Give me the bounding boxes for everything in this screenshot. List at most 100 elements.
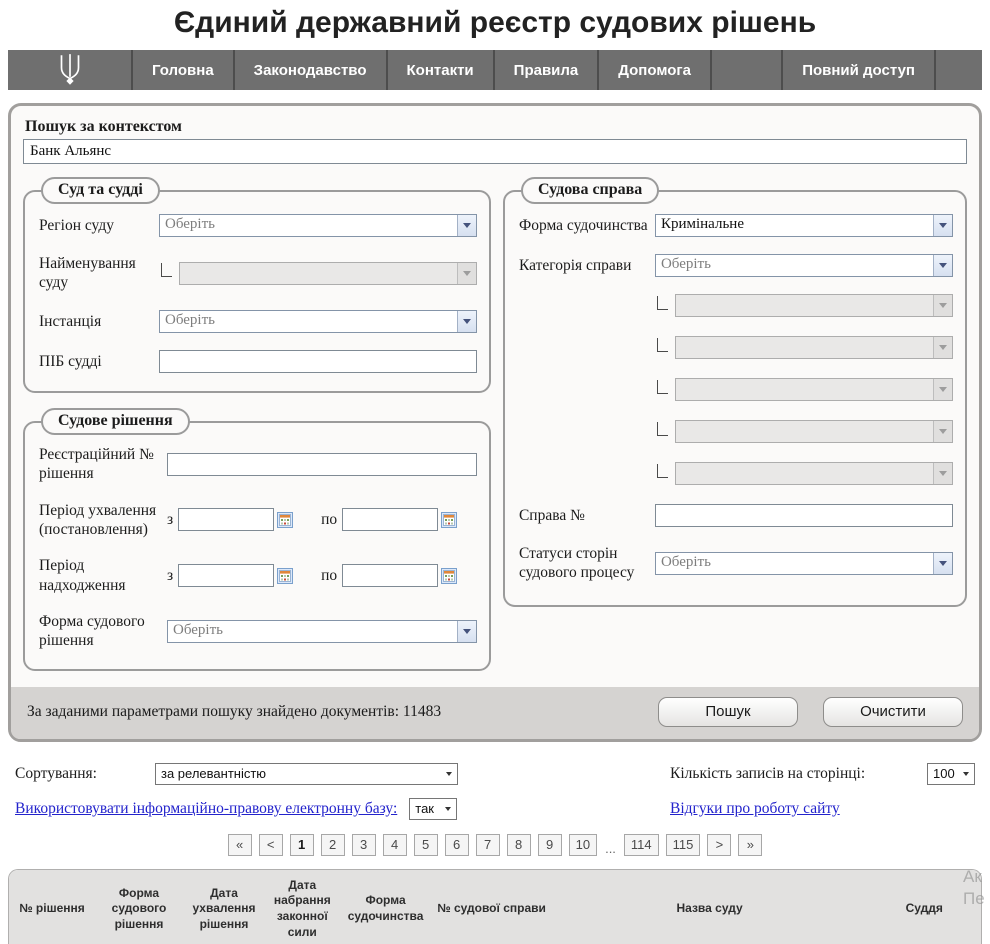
results-table-container: № рішення Форма судового рішення Дата ух… bbox=[8, 869, 982, 944]
search-button[interactable]: Пошук bbox=[658, 697, 798, 727]
case-category-sub-select-4 bbox=[675, 420, 953, 443]
legal-base-link[interactable]: Використовувати інформаційно-правову еле… bbox=[15, 800, 397, 818]
page-button-1[interactable]: 1 bbox=[290, 834, 314, 856]
nav-item-rules[interactable]: Правила bbox=[495, 50, 598, 90]
page-button-7[interactable]: 7 bbox=[476, 834, 500, 856]
case-number-input[interactable] bbox=[655, 504, 953, 527]
watermark-line: Пе bbox=[963, 888, 985, 910]
page-button-10[interactable]: 10 bbox=[569, 834, 597, 856]
court-name-label: Найменування суду bbox=[39, 254, 159, 293]
to-label: по bbox=[321, 511, 337, 529]
links-row: Використовувати інформаційно-правову еле… bbox=[15, 798, 975, 820]
calendar-icon[interactable] bbox=[441, 568, 457, 584]
decision-legend: Судове рішення bbox=[41, 408, 190, 435]
column-header-decision-form: Форма судового рішення bbox=[95, 870, 183, 944]
decision-form-label: Форма судового рішення bbox=[39, 612, 167, 651]
sort-value: за релевантністю bbox=[161, 766, 439, 781]
receipt-to-input[interactable] bbox=[342, 564, 438, 587]
page-button-3[interactable]: 3 bbox=[352, 834, 376, 856]
chevron-down-icon bbox=[933, 215, 952, 236]
court-name-value bbox=[180, 263, 457, 284]
receipt-period-label: Період надходження bbox=[39, 556, 167, 595]
chevron-down-icon bbox=[457, 621, 476, 642]
decision-form-select[interactable]: Оберіть bbox=[167, 620, 477, 643]
chevron-down-icon bbox=[933, 379, 952, 400]
adoption-from-input[interactable] bbox=[178, 508, 274, 531]
page-button-5[interactable]: 5 bbox=[414, 834, 438, 856]
hierarchy-connector bbox=[161, 263, 172, 277]
case-category-select[interactable]: Оберіть bbox=[655, 254, 953, 277]
column-header-decision-number: № рішення bbox=[9, 870, 95, 944]
sort-select[interactable]: за релевантністю bbox=[155, 763, 458, 785]
nav-item-help[interactable]: Допомога bbox=[599, 50, 710, 90]
receipt-from-input[interactable] bbox=[178, 564, 274, 587]
instance-label: Інстанція bbox=[39, 312, 159, 331]
nav-item-home[interactable]: Головна bbox=[133, 50, 233, 90]
nav-item-contacts[interactable]: Контакти bbox=[388, 50, 493, 90]
reg-number-input[interactable] bbox=[167, 453, 477, 476]
page-button-8[interactable]: 8 bbox=[507, 834, 531, 856]
party-status-select[interactable]: Оберіть bbox=[655, 552, 953, 575]
to-label: по bbox=[321, 567, 337, 585]
clear-button[interactable]: Очистити bbox=[823, 697, 963, 727]
case-category-value: Оберіть bbox=[656, 255, 933, 276]
chevron-down-icon bbox=[446, 772, 452, 776]
windows-activation-watermark: Ак Пе bbox=[963, 866, 985, 910]
instance-value: Оберіть bbox=[160, 311, 457, 332]
proceeding-form-value: Кримінальне bbox=[656, 215, 933, 236]
nav-item-legislation[interactable]: Законодавство bbox=[235, 50, 386, 90]
column-header-proceeding-form: Форма судочинства bbox=[340, 870, 432, 944]
calendar-icon[interactable] bbox=[441, 512, 457, 528]
instance-select[interactable]: Оберіть bbox=[159, 310, 477, 333]
page-next-button[interactable]: > bbox=[707, 834, 731, 856]
adoption-to-input[interactable] bbox=[342, 508, 438, 531]
calendar-icon[interactable] bbox=[277, 512, 293, 528]
context-search-label: Пошук за контекстом bbox=[25, 118, 967, 136]
per-page-select[interactable]: 100 bbox=[927, 763, 975, 785]
decision-form-value: Оберіть bbox=[168, 621, 457, 642]
page-button-114[interactable]: 114 bbox=[624, 834, 659, 856]
context-search-input[interactable] bbox=[23, 139, 967, 164]
column-header-case-number: № судової справи bbox=[432, 870, 552, 944]
sub-category-value bbox=[676, 379, 933, 400]
legal-base-value: так bbox=[415, 801, 438, 816]
court-region-select[interactable]: Оберіть bbox=[159, 214, 477, 237]
hierarchy-connector bbox=[657, 422, 668, 436]
page-button-9[interactable]: 9 bbox=[538, 834, 562, 856]
chevron-down-icon bbox=[445, 807, 451, 811]
chevron-down-icon bbox=[933, 295, 952, 316]
chevron-down-icon bbox=[457, 215, 476, 236]
nav-spacer bbox=[712, 50, 781, 90]
sub-category-value bbox=[676, 463, 933, 484]
from-label: з bbox=[167, 511, 173, 529]
results-bar: За заданими параметрами пошуку знайдено … bbox=[11, 687, 979, 739]
table-header-row: № рішення Форма судового рішення Дата ух… bbox=[9, 870, 981, 944]
per-page-label: Кількість записів на сторінці: bbox=[670, 765, 865, 783]
case-group: Судова справа Форма судочинства Кримінал… bbox=[503, 190, 967, 607]
hierarchy-connector bbox=[657, 338, 668, 352]
nav-item-full-access[interactable]: Повний доступ bbox=[783, 50, 934, 90]
page-last-button[interactable]: » bbox=[738, 834, 762, 856]
decision-group: Судове рішення Реєстраційний № рішення П… bbox=[23, 421, 491, 671]
per-page-value: 100 bbox=[933, 766, 956, 781]
column-header-court-name: Назва суду bbox=[552, 870, 868, 944]
pagination-ellipsis: ... bbox=[605, 841, 616, 856]
search-form: Пошук за контекстом Суд та судді Регіон … bbox=[8, 103, 982, 742]
page-button-4[interactable]: 4 bbox=[383, 834, 407, 856]
page-first-button[interactable]: « bbox=[228, 834, 252, 856]
calendar-icon[interactable] bbox=[277, 568, 293, 584]
sub-category-value bbox=[676, 337, 933, 358]
page-button-2[interactable]: 2 bbox=[321, 834, 345, 856]
hierarchy-connector bbox=[657, 296, 668, 310]
case-category-sub-select-2 bbox=[675, 336, 953, 359]
page-button-115[interactable]: 115 bbox=[666, 834, 701, 856]
chevron-down-icon bbox=[933, 255, 952, 276]
reg-number-label: Реєстраційний № рішення bbox=[39, 445, 167, 484]
page-button-6[interactable]: 6 bbox=[445, 834, 469, 856]
page-prev-button[interactable]: < bbox=[259, 834, 283, 856]
judge-name-input[interactable] bbox=[159, 350, 477, 373]
tryzub-logo-icon[interactable] bbox=[8, 50, 131, 90]
legal-base-select[interactable]: так bbox=[409, 798, 457, 820]
proceeding-form-select[interactable]: Кримінальне bbox=[655, 214, 953, 237]
feedback-link[interactable]: Відгуки про роботу сайту bbox=[670, 800, 840, 818]
